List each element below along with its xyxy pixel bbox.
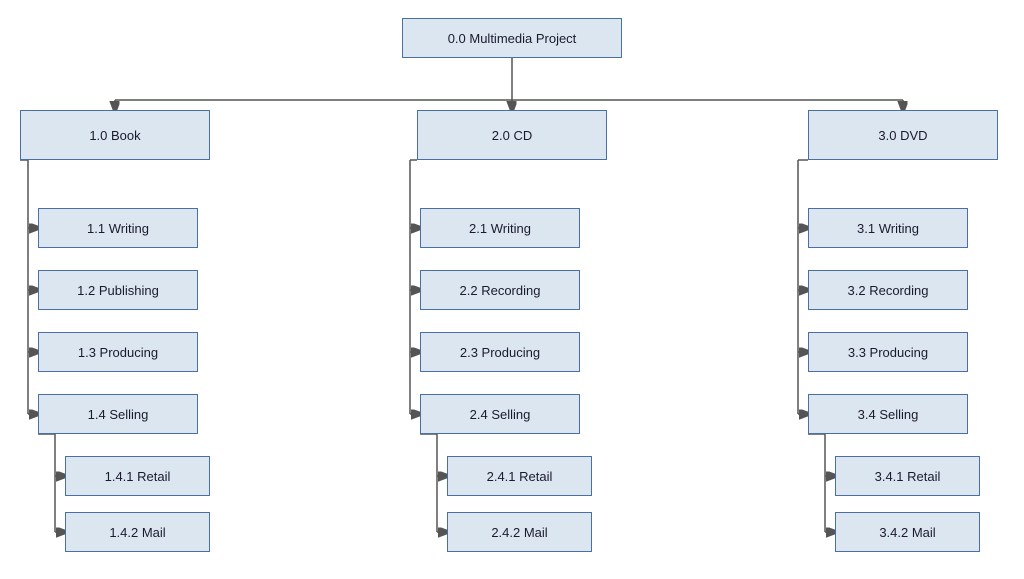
node-1-1: 1.1 Writing [38, 208, 198, 248]
node-1-4-1-label: 1.4.1 Retail [105, 469, 171, 484]
node-3-3: 3.3 Producing [808, 332, 968, 372]
node-3-4: 3.4 Selling [808, 394, 968, 434]
node-2-4: 2.4 Selling [420, 394, 580, 434]
node-2-1: 2.1 Writing [420, 208, 580, 248]
node-3-2-label: 3.2 Recording [848, 283, 929, 298]
node-1-1-label: 1.1 Writing [87, 221, 149, 236]
node-2-1-label: 2.1 Writing [469, 221, 531, 236]
node-3-4-2-label: 3.4.2 Mail [879, 525, 935, 540]
node-1-label: 1.0 Book [89, 128, 140, 143]
node-1: 1.0 Book [20, 110, 210, 160]
node-root-label: 0.0 Multimedia Project [448, 31, 577, 46]
node-3-4-label: 3.4 Selling [858, 407, 919, 422]
node-3-3-label: 3.3 Producing [848, 345, 928, 360]
node-2-4-1: 2.4.1 Retail [447, 456, 592, 496]
node-2-3: 2.3 Producing [420, 332, 580, 372]
node-2-4-2: 2.4.2 Mail [447, 512, 592, 552]
node-1-4-label: 1.4 Selling [88, 407, 149, 422]
wbs-diagram: 0.0 Multimedia Project 1.0 Book 2.0 CD 3… [0, 0, 1024, 579]
node-3: 3.0 DVD [808, 110, 998, 160]
node-2-2: 2.2 Recording [420, 270, 580, 310]
node-3-4-1-label: 3.4.1 Retail [875, 469, 941, 484]
node-root: 0.0 Multimedia Project [402, 18, 622, 58]
node-1-2-label: 1.2 Publishing [77, 283, 159, 298]
node-2: 2.0 CD [417, 110, 607, 160]
node-1-3-label: 1.3 Producing [78, 345, 158, 360]
node-2-4-1-label: 2.4.1 Retail [487, 469, 553, 484]
node-2-label: 2.0 CD [492, 128, 532, 143]
node-3-label: 3.0 DVD [878, 128, 927, 143]
node-2-4-label: 2.4 Selling [470, 407, 531, 422]
node-1-4: 1.4 Selling [38, 394, 198, 434]
node-1-4-2: 1.4.2 Mail [65, 512, 210, 552]
node-1-4-2-label: 1.4.2 Mail [109, 525, 165, 540]
node-2-3-label: 2.3 Producing [460, 345, 540, 360]
node-3-1: 3.1 Writing [808, 208, 968, 248]
node-1-4-1: 1.4.1 Retail [65, 456, 210, 496]
node-3-2: 3.2 Recording [808, 270, 968, 310]
node-1-3: 1.3 Producing [38, 332, 198, 372]
node-2-4-2-label: 2.4.2 Mail [491, 525, 547, 540]
node-2-2-label: 2.2 Recording [460, 283, 541, 298]
node-1-2: 1.2 Publishing [38, 270, 198, 310]
node-3-1-label: 3.1 Writing [857, 221, 919, 236]
node-3-4-1: 3.4.1 Retail [835, 456, 980, 496]
node-3-4-2: 3.4.2 Mail [835, 512, 980, 552]
